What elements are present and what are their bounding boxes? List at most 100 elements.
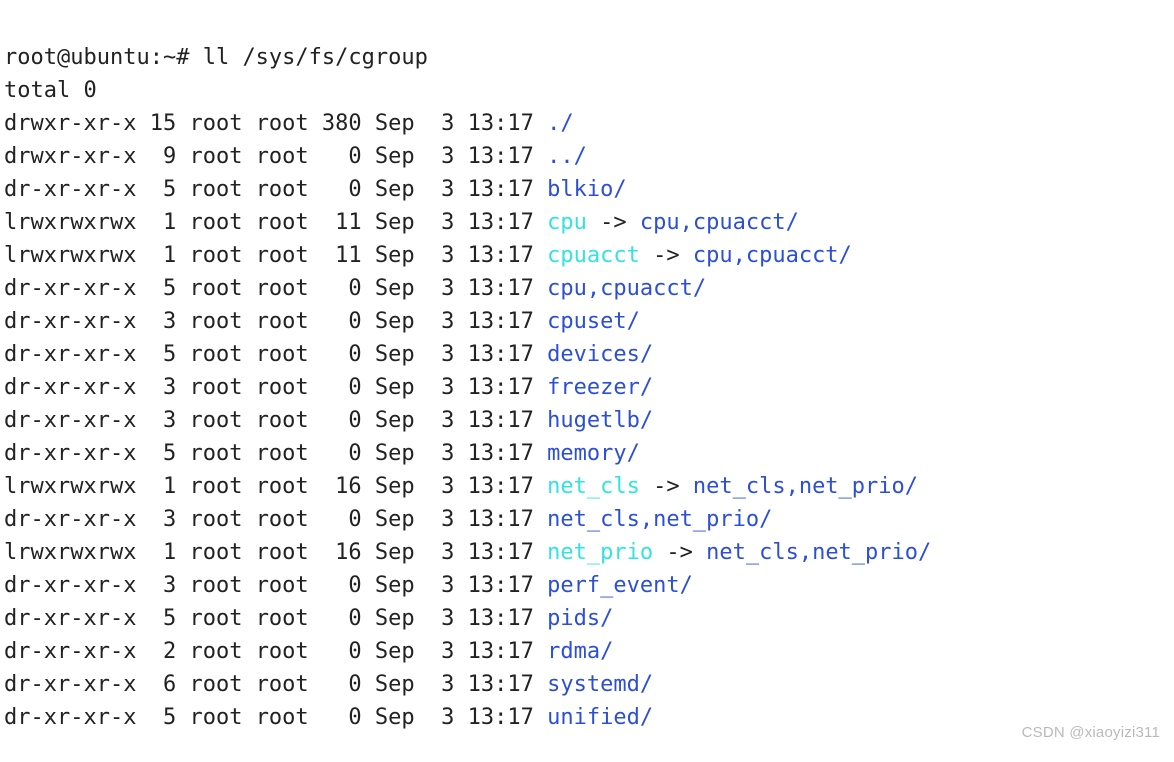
month: Sep	[375, 408, 415, 433]
file-name: rdma/	[547, 639, 613, 664]
owner: root	[189, 441, 242, 466]
total-line: total 0	[4, 78, 97, 103]
day: 3	[428, 408, 455, 433]
listing-row: dr-xr-xr-x 3 root root 0 Sep 3 13:17 net…	[4, 507, 772, 532]
month: Sep	[375, 474, 415, 499]
day: 3	[428, 639, 455, 664]
day: 3	[428, 705, 455, 730]
symlink-target: cpu,cpuacct/	[693, 243, 852, 268]
file-name: freezer/	[547, 375, 653, 400]
symlink-arrow: ->	[587, 210, 640, 235]
owner: root	[189, 111, 242, 136]
links: 1	[150, 210, 177, 235]
month: Sep	[375, 342, 415, 367]
symlink-target: net_cls,net_prio/	[693, 474, 918, 499]
perms: dr-xr-xr-x	[4, 177, 136, 202]
links: 3	[150, 375, 177, 400]
owner: root	[189, 309, 242, 334]
file-name: cpu,cpuacct/	[547, 276, 706, 301]
links: 3	[150, 408, 177, 433]
group: root	[256, 474, 309, 499]
owner: root	[189, 177, 242, 202]
links: 1	[150, 474, 177, 499]
perms: lrwxrwxrwx	[4, 243, 136, 268]
prompt-symbol: #	[176, 45, 189, 70]
owner: root	[189, 276, 242, 301]
size: 0	[322, 705, 362, 730]
listing-row: dr-xr-xr-x 6 root root 0 Sep 3 13:17 sys…	[4, 672, 653, 697]
prompt-cwd: ~	[163, 45, 176, 70]
month: Sep	[375, 375, 415, 400]
day: 3	[428, 177, 455, 202]
perms: dr-xr-xr-x	[4, 606, 136, 631]
day: 3	[428, 342, 455, 367]
symlink-arrow: ->	[653, 540, 706, 565]
symlink-arrow: ->	[640, 474, 693, 499]
day: 3	[428, 375, 455, 400]
listing-row: dr-xr-xr-x 5 root root 0 Sep 3 13:17 uni…	[4, 705, 653, 730]
links: 5	[150, 441, 177, 466]
owner: root	[189, 606, 242, 631]
size: 0	[322, 507, 362, 532]
time: 13:17	[468, 309, 534, 334]
listing-row: dr-xr-xr-x 3 root root 0 Sep 3 13:17 per…	[4, 573, 693, 598]
owner: root	[189, 342, 242, 367]
file-name: unified/	[547, 705, 653, 730]
file-name: perf_event/	[547, 573, 693, 598]
listing-row: dr-xr-xr-x 5 root root 0 Sep 3 13:17 cpu…	[4, 276, 706, 301]
group: root	[256, 177, 309, 202]
size: 380	[322, 111, 362, 136]
owner: root	[189, 144, 242, 169]
group: root	[256, 408, 309, 433]
perms: dr-xr-xr-x	[4, 408, 136, 433]
group: root	[256, 144, 309, 169]
file-name: net_cls,net_prio/	[547, 507, 772, 532]
listing: drwxr-xr-x 15 root root 380 Sep 3 13:17 …	[4, 107, 1174, 734]
time: 13:17	[468, 573, 534, 598]
links: 5	[150, 705, 177, 730]
time: 13:17	[468, 507, 534, 532]
size: 0	[322, 639, 362, 664]
day: 3	[428, 276, 455, 301]
perms: drwxr-xr-x	[4, 144, 136, 169]
terminal-output: root@ubuntu:~# ll /sys/fs/cgroup total 0…	[0, 0, 1174, 734]
perms: dr-xr-xr-x	[4, 672, 136, 697]
perms: dr-xr-xr-x	[4, 309, 136, 334]
prompt-colon: :	[150, 45, 163, 70]
day: 3	[428, 606, 455, 631]
group: root	[256, 507, 309, 532]
listing-row: lrwxrwxrwx 1 root root 11 Sep 3 13:17 cp…	[4, 210, 799, 235]
size: 0	[322, 342, 362, 367]
day: 3	[428, 144, 455, 169]
listing-row: drwxr-xr-x 15 root root 380 Sep 3 13:17 …	[4, 111, 574, 136]
day: 3	[428, 573, 455, 598]
file-name: cpuacct	[547, 243, 640, 268]
size: 0	[322, 276, 362, 301]
month: Sep	[375, 309, 415, 334]
month: Sep	[375, 276, 415, 301]
group: root	[256, 540, 309, 565]
watermark: CSDN @xiaoyizi311	[1022, 722, 1160, 745]
time: 13:17	[468, 408, 534, 433]
owner: root	[189, 408, 242, 433]
group: root	[256, 441, 309, 466]
size: 0	[322, 309, 362, 334]
links: 2	[150, 639, 177, 664]
listing-row: dr-xr-xr-x 3 root root 0 Sep 3 13:17 fre…	[4, 375, 653, 400]
listing-row: drwxr-xr-x 9 root root 0 Sep 3 13:17 ../	[4, 144, 587, 169]
listing-row: lrwxrwxrwx 1 root root 16 Sep 3 13:17 ne…	[4, 474, 918, 499]
month: Sep	[375, 705, 415, 730]
perms: dr-xr-xr-x	[4, 276, 136, 301]
size: 16	[322, 474, 362, 499]
file-name: cpu	[547, 210, 587, 235]
file-name: cpuset/	[547, 309, 640, 334]
owner: root	[189, 507, 242, 532]
links: 3	[150, 573, 177, 598]
size: 0	[322, 573, 362, 598]
day: 3	[428, 441, 455, 466]
time: 13:17	[468, 342, 534, 367]
links: 6	[150, 672, 177, 697]
time: 13:17	[468, 276, 534, 301]
group: root	[256, 210, 309, 235]
time: 13:17	[468, 177, 534, 202]
